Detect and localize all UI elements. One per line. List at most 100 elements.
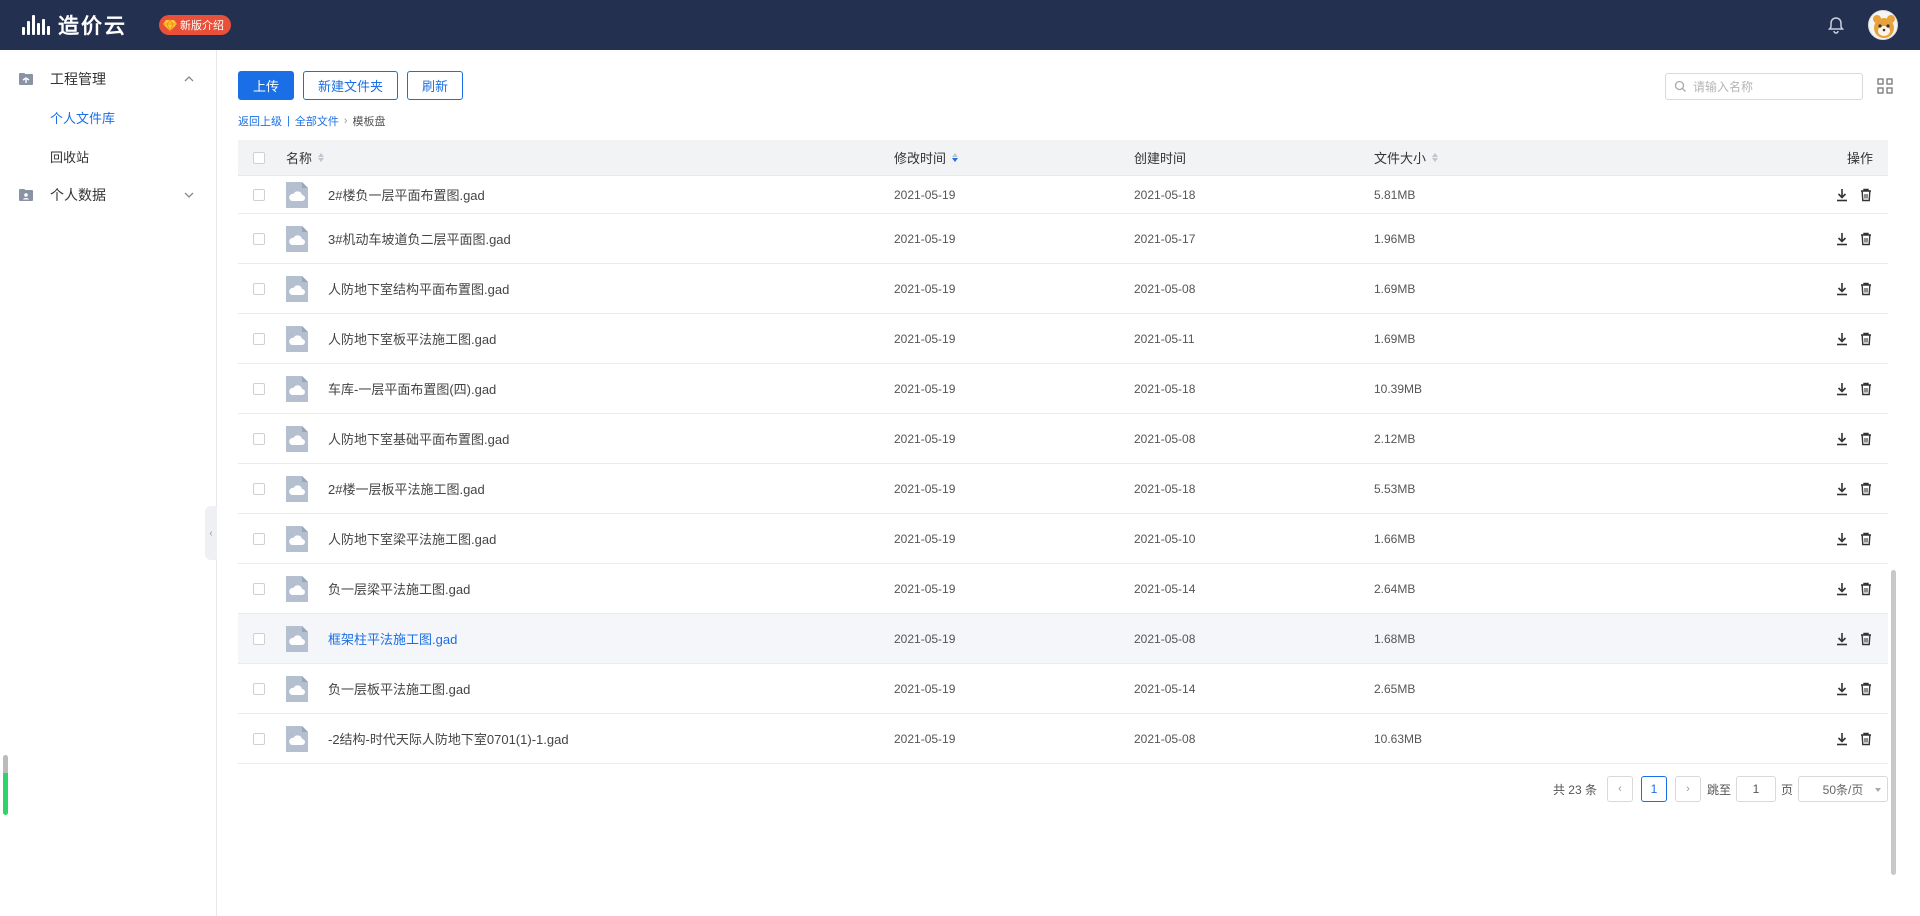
file-name-link[interactable]: -2结构-时代天际人防地下室0701(1)-1.gad (328, 729, 569, 748)
trash-icon[interactable] (1859, 282, 1873, 296)
search-input[interactable] (1693, 79, 1853, 94)
file-name-link[interactable]: 框架柱平法施工图.gad (328, 629, 457, 648)
table-scrollbar[interactable] (1891, 570, 1896, 875)
breadcrumb-back-link[interactable]: 返回上级 (238, 113, 282, 129)
trash-icon[interactable] (1859, 632, 1873, 646)
trash-icon[interactable] (1859, 732, 1873, 746)
file-name-link[interactable]: 人防地下室梁平法施工图.gad (328, 529, 496, 548)
file-name-link[interactable]: 人防地下室板平法施工图.gad (328, 329, 496, 348)
sidebar-group-personal-data[interactable]: 个人数据 (0, 176, 216, 214)
table-row[interactable]: 人防地下室基础平面布置图.gad 2021-05-19 2021-05-08 2.12… (238, 414, 1888, 464)
download-icon[interactable] (1835, 482, 1849, 496)
row-checkbox[interactable] (253, 232, 265, 245)
header-modified[interactable]: 修改时间 (894, 148, 1134, 167)
sidebar-item-recycle-bin[interactable]: 回收站 (0, 137, 216, 176)
grid-view-icon[interactable] (1876, 77, 1894, 95)
file-name-link[interactable]: 人防地下室基础平面布置图.gad (328, 429, 509, 448)
app-logo[interactable]: 造价云 (20, 10, 127, 40)
download-icon[interactable] (1835, 582, 1849, 596)
table-row[interactable]: 3#机动车坡道负二层平面图.gad 2021-05-19 2021-05-17 1.9… (238, 214, 1888, 264)
pagination: 共 23 条 ‹ 1 › 跳至 1 页 50条/页 (1553, 776, 1888, 802)
table-row[interactable]: 框架柱平法施工图.gad 2021-05-19 2021-05-08 1.68MB (238, 614, 1888, 664)
file-name-link[interactable]: 负一层板平法施工图.gad (328, 679, 470, 698)
breadcrumb-all-files-link[interactable]: 全部文件 (295, 113, 339, 129)
new-version-badge[interactable]: 新版介绍 (159, 15, 231, 35)
table-row[interactable]: 人防地下室板平法施工图.gad 2021-05-19 2021-05-11 1.69M… (238, 314, 1888, 364)
sort-active-icon[interactable] (952, 153, 959, 162)
new-folder-button[interactable]: 新建文件夹 (303, 71, 399, 100)
trash-icon[interactable] (1859, 188, 1873, 202)
page-size-select[interactable]: 50条/页 (1798, 776, 1888, 802)
sort-icon[interactable] (1432, 153, 1439, 162)
file-size: 10.39MB (1374, 381, 1423, 396)
file-name-link[interactable]: 3#机动车坡道负二层平面图.gad (328, 229, 511, 248)
trash-icon[interactable] (1859, 332, 1873, 346)
prev-page-button[interactable]: ‹ (1606, 776, 1633, 802)
trash-icon[interactable] (1859, 482, 1873, 496)
trash-icon[interactable] (1859, 432, 1873, 446)
upload-button[interactable]: 上传 (238, 71, 295, 100)
trash-icon[interactable] (1859, 382, 1873, 396)
sidebar-item-personal-library[interactable]: 个人文件库 (0, 98, 216, 137)
row-checkbox[interactable] (253, 482, 265, 495)
trash-icon[interactable] (1859, 682, 1873, 696)
download-icon[interactable] (1835, 682, 1849, 696)
refresh-button[interactable]: 刷新 (407, 71, 464, 100)
table-row[interactable]: 2#楼负一层平面布置图.gad 2021-05-19 2021-05-18 5.81M… (238, 176, 1888, 214)
breadcrumb-divider: | (287, 115, 290, 127)
modified-date: 2021-05-19 (894, 281, 956, 296)
file-name-link[interactable]: 车库-一层平面布置图(四).gad (328, 379, 496, 398)
row-checkbox[interactable] (253, 432, 265, 445)
row-checkbox[interactable] (253, 732, 265, 745)
total-count: 共 23 条 (1552, 782, 1597, 797)
file-name-link[interactable]: 负一层梁平法施工图.gad (328, 579, 470, 598)
header-modified-label: 修改时间 (894, 151, 947, 166)
table-row[interactable]: 负一层梁平法施工图.gad 2021-05-19 2021-05-14 2.64MB (238, 564, 1888, 614)
download-icon[interactable] (1835, 632, 1849, 646)
sidebar-collapse-handle[interactable]: ‹ (205, 506, 217, 560)
table-row[interactable]: 人防地下室结构平面布置图.gad 2021-05-19 2021-05-08 1.69… (238, 264, 1888, 314)
table-row[interactable]: 人防地下室梁平法施工图.gad 2021-05-19 2021-05-10 1.66M… (238, 514, 1888, 564)
row-checkbox[interactable] (253, 332, 265, 345)
row-checkbox[interactable] (253, 682, 265, 695)
sidebar-group-project-management[interactable]: 工程管理 (0, 60, 216, 98)
created-date: 2021-05-08 (1134, 281, 1196, 296)
table-row[interactable]: 负一层板平法施工图.gad 2021-05-19 2021-05-14 2.65MB (238, 664, 1888, 714)
file-name-link[interactable]: 2#楼一层板平法施工图.gad (328, 479, 485, 498)
table-row[interactable]: 2#楼一层板平法施工图.gad 2021-05-19 2021-05-18 5.53M… (238, 464, 1888, 514)
file-size: 1.68MB (1374, 631, 1416, 646)
table-row[interactable]: -2结构-时代天际人防地下室0701(1)-1.gad 2021-05-19 202… (238, 714, 1888, 764)
download-icon[interactable] (1835, 382, 1849, 396)
next-page-button[interactable]: › (1674, 776, 1701, 802)
row-checkbox[interactable] (253, 188, 265, 201)
file-name-link[interactable]: 2#楼负一层平面布置图.gad (328, 185, 485, 204)
table-row[interactable]: 车库-一层平面布置图(四).gad 2021-05-19 2021-05-18 10.… (238, 364, 1888, 414)
trash-icon[interactable] (1859, 582, 1873, 596)
sort-icon[interactable] (318, 153, 325, 162)
select-all-checkbox[interactable] (253, 151, 265, 164)
header-name[interactable]: 名称 (286, 148, 894, 167)
download-icon[interactable] (1835, 332, 1849, 346)
row-checkbox[interactable] (253, 632, 265, 645)
row-checkbox[interactable] (253, 532, 265, 545)
download-icon[interactable] (1835, 282, 1849, 296)
file-name-link[interactable]: 人防地下室结构平面布置图.gad (328, 279, 509, 298)
row-checkbox[interactable] (253, 282, 265, 295)
bell-icon[interactable] (1826, 15, 1846, 35)
download-icon[interactable] (1835, 732, 1849, 746)
download-icon[interactable] (1835, 532, 1849, 546)
row-checkbox[interactable] (253, 382, 265, 395)
header-size[interactable]: 文件大小 (1374, 148, 1614, 167)
download-icon[interactable] (1835, 432, 1849, 446)
search-box (1665, 73, 1863, 100)
download-icon[interactable] (1835, 188, 1849, 202)
page-button-current[interactable]: 1 (1640, 776, 1667, 802)
user-avatar[interactable] (1868, 10, 1898, 40)
row-checkbox[interactable] (253, 582, 265, 595)
download-icon[interactable] (1835, 232, 1849, 246)
jump-page-input[interactable]: 1 (1735, 776, 1776, 802)
trash-icon[interactable] (1859, 232, 1873, 246)
cloud-file-icon (286, 275, 308, 302)
trash-icon[interactable] (1859, 532, 1873, 546)
modified-date: 2021-05-19 (894, 381, 956, 396)
